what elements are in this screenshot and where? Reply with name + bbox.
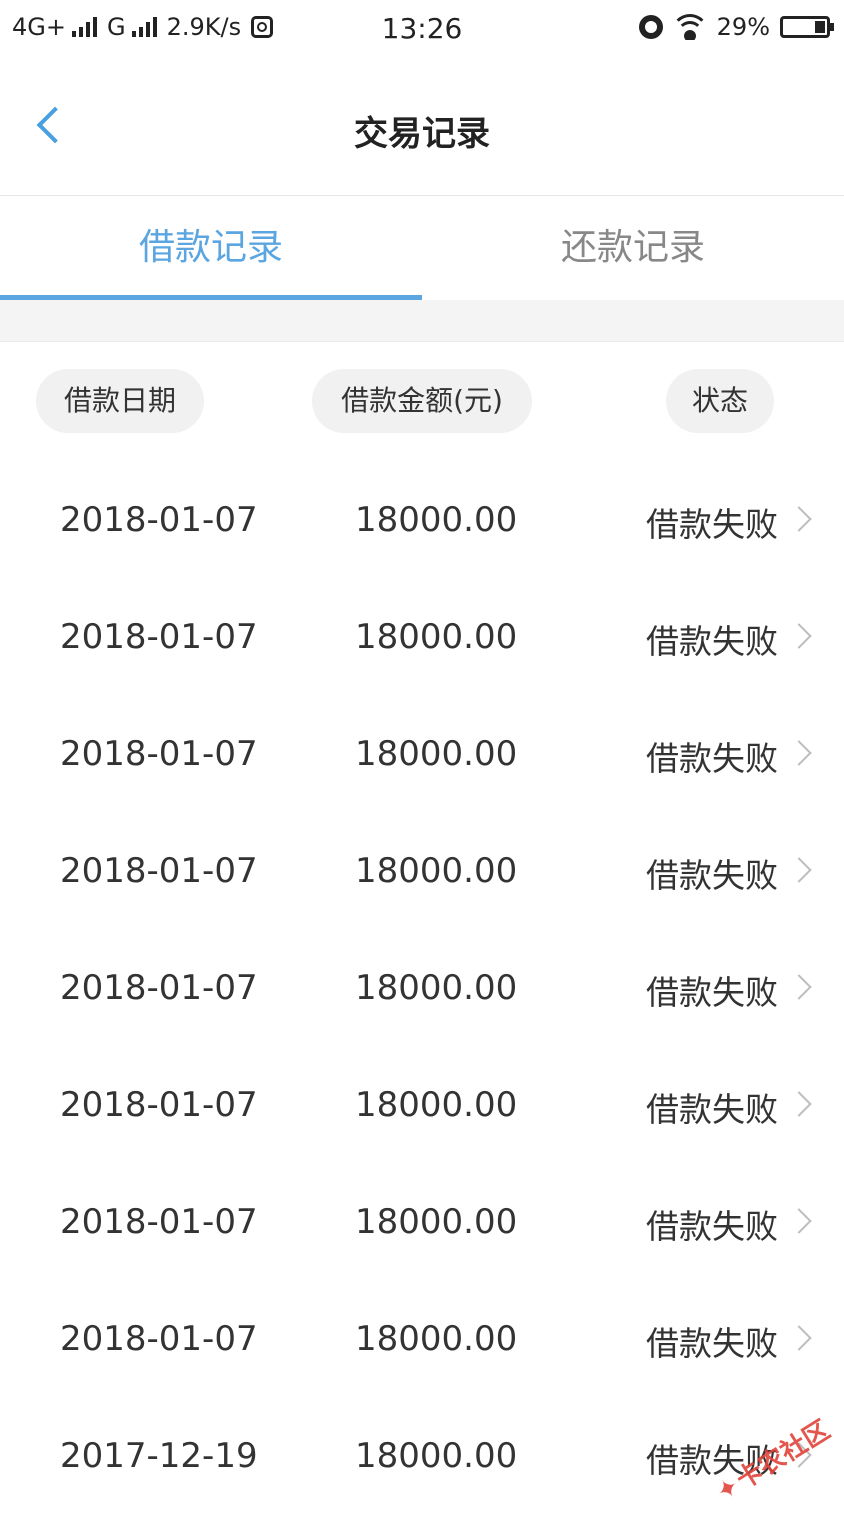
- chevron-right-icon: [786, 740, 812, 766]
- row-status: 借款失败: [646, 973, 778, 1012]
- table-row[interactable]: 2018-01-07 18000.00 借款失败: [0, 813, 844, 930]
- row-date: 2018-01-07: [60, 851, 258, 891]
- row-status: 借款失败: [646, 622, 778, 661]
- row-date: 2017-12-19: [60, 1436, 258, 1476]
- row-status: 借款失败: [646, 856, 778, 895]
- header-loan-amount: 借款金额(元): [312, 369, 532, 433]
- row-amount: 18000.00: [355, 968, 518, 1008]
- row-amount: 18000.00: [355, 1436, 518, 1476]
- row-status: 借款失败: [646, 1324, 778, 1363]
- row-status: 借款失败: [646, 1090, 778, 1129]
- row-date: 2018-01-07: [60, 1202, 258, 1242]
- table-row[interactable]: 2018-01-07 18000.00 借款失败: [0, 1164, 844, 1281]
- tab-bar: 借款记录 还款记录: [0, 196, 844, 300]
- table-row[interactable]: 2018-01-07 18000.00 借款失败: [0, 1281, 844, 1398]
- table-row[interactable]: 2018-01-07 18000.00 借款失败: [0, 930, 844, 1047]
- row-date: 2018-01-07: [60, 1319, 258, 1359]
- row-amount: 18000.00: [355, 1085, 518, 1125]
- battery-percent: 29%: [716, 13, 770, 41]
- table-header: 借款日期 借款金额(元) 状态: [0, 342, 844, 462]
- row-date: 2018-01-07: [60, 968, 258, 1008]
- row-amount: 18000.00: [355, 734, 518, 774]
- status-bar: 4G+ G 2.9K/s 13:26 29%: [0, 0, 844, 58]
- chevron-right-icon: [786, 974, 812, 1000]
- tab-repayment-records[interactable]: 还款记录: [422, 196, 844, 300]
- chevron-right-icon: [786, 1208, 812, 1234]
- battery-icon: [780, 16, 834, 38]
- row-amount: 18000.00: [355, 617, 518, 657]
- table-row[interactable]: 2018-01-07 18000.00 借款失败: [0, 1047, 844, 1164]
- table-row[interactable]: 2017-12-19 18000.00 借款失败: [0, 1398, 844, 1515]
- row-date: 2018-01-07: [60, 617, 258, 657]
- tab-loan-records[interactable]: 借款记录: [0, 196, 422, 300]
- row-amount: 18000.00: [355, 851, 518, 891]
- header-status: 状态: [666, 369, 774, 433]
- navigation-bar: 交易记录: [0, 58, 844, 196]
- row-status: 借款失败: [646, 739, 778, 778]
- header-loan-date: 借款日期: [36, 369, 204, 433]
- chevron-right-icon: [786, 623, 812, 649]
- wifi-icon: [672, 14, 707, 40]
- chevron-right-icon: [786, 1091, 812, 1117]
- row-status: 借款失败: [646, 1207, 778, 1246]
- row-date: 2018-01-07: [60, 734, 258, 774]
- chevron-right-icon: [786, 1325, 812, 1351]
- alarm-icon: [638, 15, 663, 39]
- chevron-right-icon: [786, 857, 812, 883]
- table-row[interactable]: 2018-01-07 18000.00 借款失败: [0, 462, 844, 579]
- table-row[interactable]: 2018-01-07 18000.00 借款失败: [0, 696, 844, 813]
- row-amount: 18000.00: [355, 1202, 518, 1242]
- page-title: 交易记录: [354, 114, 490, 154]
- row-amount: 18000.00: [355, 500, 518, 540]
- row-date: 2018-01-07: [60, 500, 258, 540]
- chevron-right-icon: [786, 506, 812, 532]
- status-right: 29%: [638, 13, 834, 41]
- table-row[interactable]: 2018-01-07 18000.00 借款失败: [0, 579, 844, 696]
- section-divider: [0, 300, 844, 342]
- row-status: 借款失败: [646, 505, 778, 544]
- loan-record-list: 2018-01-07 18000.00 借款失败 2018-01-07 1800…: [0, 462, 844, 1515]
- row-amount: 18000.00: [355, 1319, 518, 1359]
- row-date: 2018-01-07: [60, 1085, 258, 1125]
